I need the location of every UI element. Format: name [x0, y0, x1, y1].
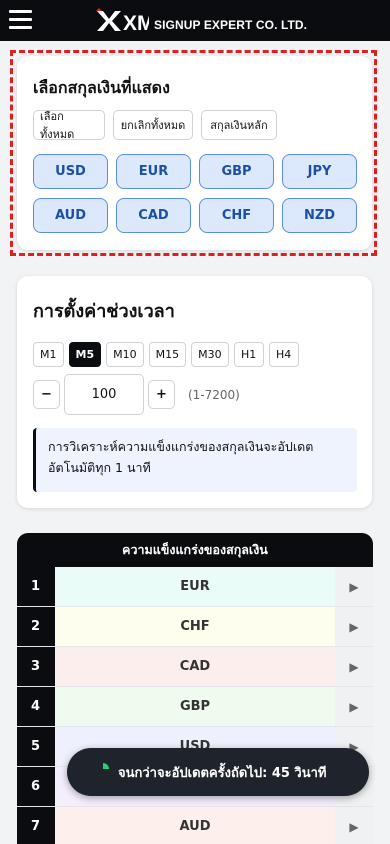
top-navigation-bar: XM SIGNUP EXPERT CO. LTD. — [0, 0, 390, 41]
countdown-pie-icon — [103, 763, 109, 769]
table-row[interactable]: 4 GBP ▶ — [17, 687, 373, 727]
hamburger-menu-icon[interactable] — [9, 10, 32, 29]
timeframe-h1[interactable]: H1 — [233, 342, 264, 367]
timeframe-m1[interactable]: M1 — [33, 342, 64, 367]
timeframe-m5[interactable]: M5 — [68, 342, 102, 367]
timeframe-h4[interactable]: H4 — [268, 342, 299, 367]
currency-toggle-gbp[interactable]: GBP — [199, 154, 274, 189]
timeframe-options: M1 M5 M10 M15 M30 H1 H4 — [33, 342, 299, 367]
strength-rows: 1EUR▶2CHF▶3CAD▶4GBP▶5USD▶6▶7AUD▶ — [17, 567, 373, 844]
period-input[interactable] — [64, 374, 144, 415]
auto-update-info: การวิเคราะห์ความแข็งแกร่งของสกุลเงินจะอั… — [33, 428, 357, 492]
table-row[interactable]: 2 CHF ▶ — [17, 607, 373, 647]
rank-number: 7 — [17, 807, 55, 844]
rank-number: 2 — [17, 607, 55, 646]
rank-currency: GBP — [55, 687, 335, 726]
update-countdown-toast: จนกว่าจะอัปเดตครั้งถัดไป: 45 วินาที — [67, 748, 369, 796]
xm-logo: XM — [96, 8, 149, 34]
brand-text: SIGNUP EXPERT CO. LTD. — [154, 17, 308, 32]
currency-quick-actions: เลือกทั้งหมด ยกเลิกทั้งหมด สกุลเงินหลัก — [33, 110, 277, 141]
timeframe-title: การตั้งค่าช่วงเวลา — [33, 301, 175, 322]
select-all-button[interactable]: เลือกทั้งหมด — [33, 110, 105, 141]
strength-table-title: ความแข็งแกร่งของสกุลเงิน — [17, 533, 373, 567]
countdown-text: จนกว่าจะอัปเดตครั้งถัดไป: 45 วินาที — [118, 765, 327, 781]
table-row[interactable]: 3 CAD ▶ — [17, 647, 373, 687]
currency-selector-card: เลือกสกุลเงินที่แสดง เลือกทั้งหมด ยกเลิก… — [17, 56, 372, 250]
currency-toggle-eur[interactable]: EUR — [116, 154, 191, 189]
deselect-all-button[interactable]: ยกเลิกทั้งหมด — [113, 110, 193, 140]
currency-toggle-cad[interactable]: CAD — [116, 198, 191, 233]
table-row[interactable]: 1 EUR ▶ — [17, 567, 373, 607]
decrement-button[interactable]: − — [33, 380, 60, 409]
currency-toggle-jpy[interactable]: JPY — [282, 154, 357, 189]
currency-toggle-nzd[interactable]: NZD — [282, 198, 357, 233]
rank-number: 1 — [17, 567, 55, 606]
table-row[interactable]: 7 AUD ▶ — [17, 807, 373, 844]
major-currencies-button[interactable]: สกุลเงินหลัก — [201, 110, 277, 140]
expand-arrow-icon[interactable]: ▶ — [335, 647, 373, 686]
expand-arrow-icon[interactable]: ▶ — [335, 807, 373, 844]
expand-arrow-icon[interactable]: ▶ — [335, 607, 373, 646]
timeframe-settings-card: การตั้งค่าช่วงเวลา M1 M5 M10 M15 M30 H1 … — [17, 276, 372, 508]
currency-toggle-usd[interactable]: USD — [33, 154, 108, 189]
period-stepper: − + (1-7200) — [33, 374, 240, 415]
rank-currency: CAD — [55, 647, 335, 686]
currency-toggle-chf[interactable]: CHF — [199, 198, 274, 233]
brand[interactable]: XM SIGNUP EXPERT CO. LTD. — [95, 8, 307, 34]
increment-button[interactable]: + — [148, 380, 175, 409]
currency-toggle-aud[interactable]: AUD — [33, 198, 108, 233]
brand-name: XM — [123, 12, 149, 34]
expand-arrow-icon[interactable]: ▶ — [335, 567, 373, 606]
rank-number: 6 — [17, 767, 55, 806]
expand-arrow-icon[interactable]: ▶ — [335, 687, 373, 726]
rank-currency: EUR — [55, 567, 335, 606]
timeframe-m10[interactable]: M10 — [106, 342, 144, 367]
rank-currency: CHF — [55, 607, 335, 646]
currency-grid: USD EUR GBP JPY AUD CAD CHF NZD — [33, 154, 357, 233]
rank-number: 4 — [17, 687, 55, 726]
timeframe-m30[interactable]: M30 — [191, 342, 229, 367]
rank-number: 3 — [17, 647, 55, 686]
period-range-hint: (1-7200) — [188, 387, 240, 402]
currency-selector-title: เลือกสกุลเงินที่แสดง — [33, 78, 170, 97]
timeframe-m15[interactable]: M15 — [148, 342, 187, 367]
rank-currency: AUD — [55, 807, 335, 844]
currency-strength-table: ความแข็งแกร่งของสกุลเงิน 1 EUR ▶ 2 CHF ▶ 3 CAD ▶… — [17, 533, 373, 844]
rank-number: 5 — [17, 727, 55, 766]
